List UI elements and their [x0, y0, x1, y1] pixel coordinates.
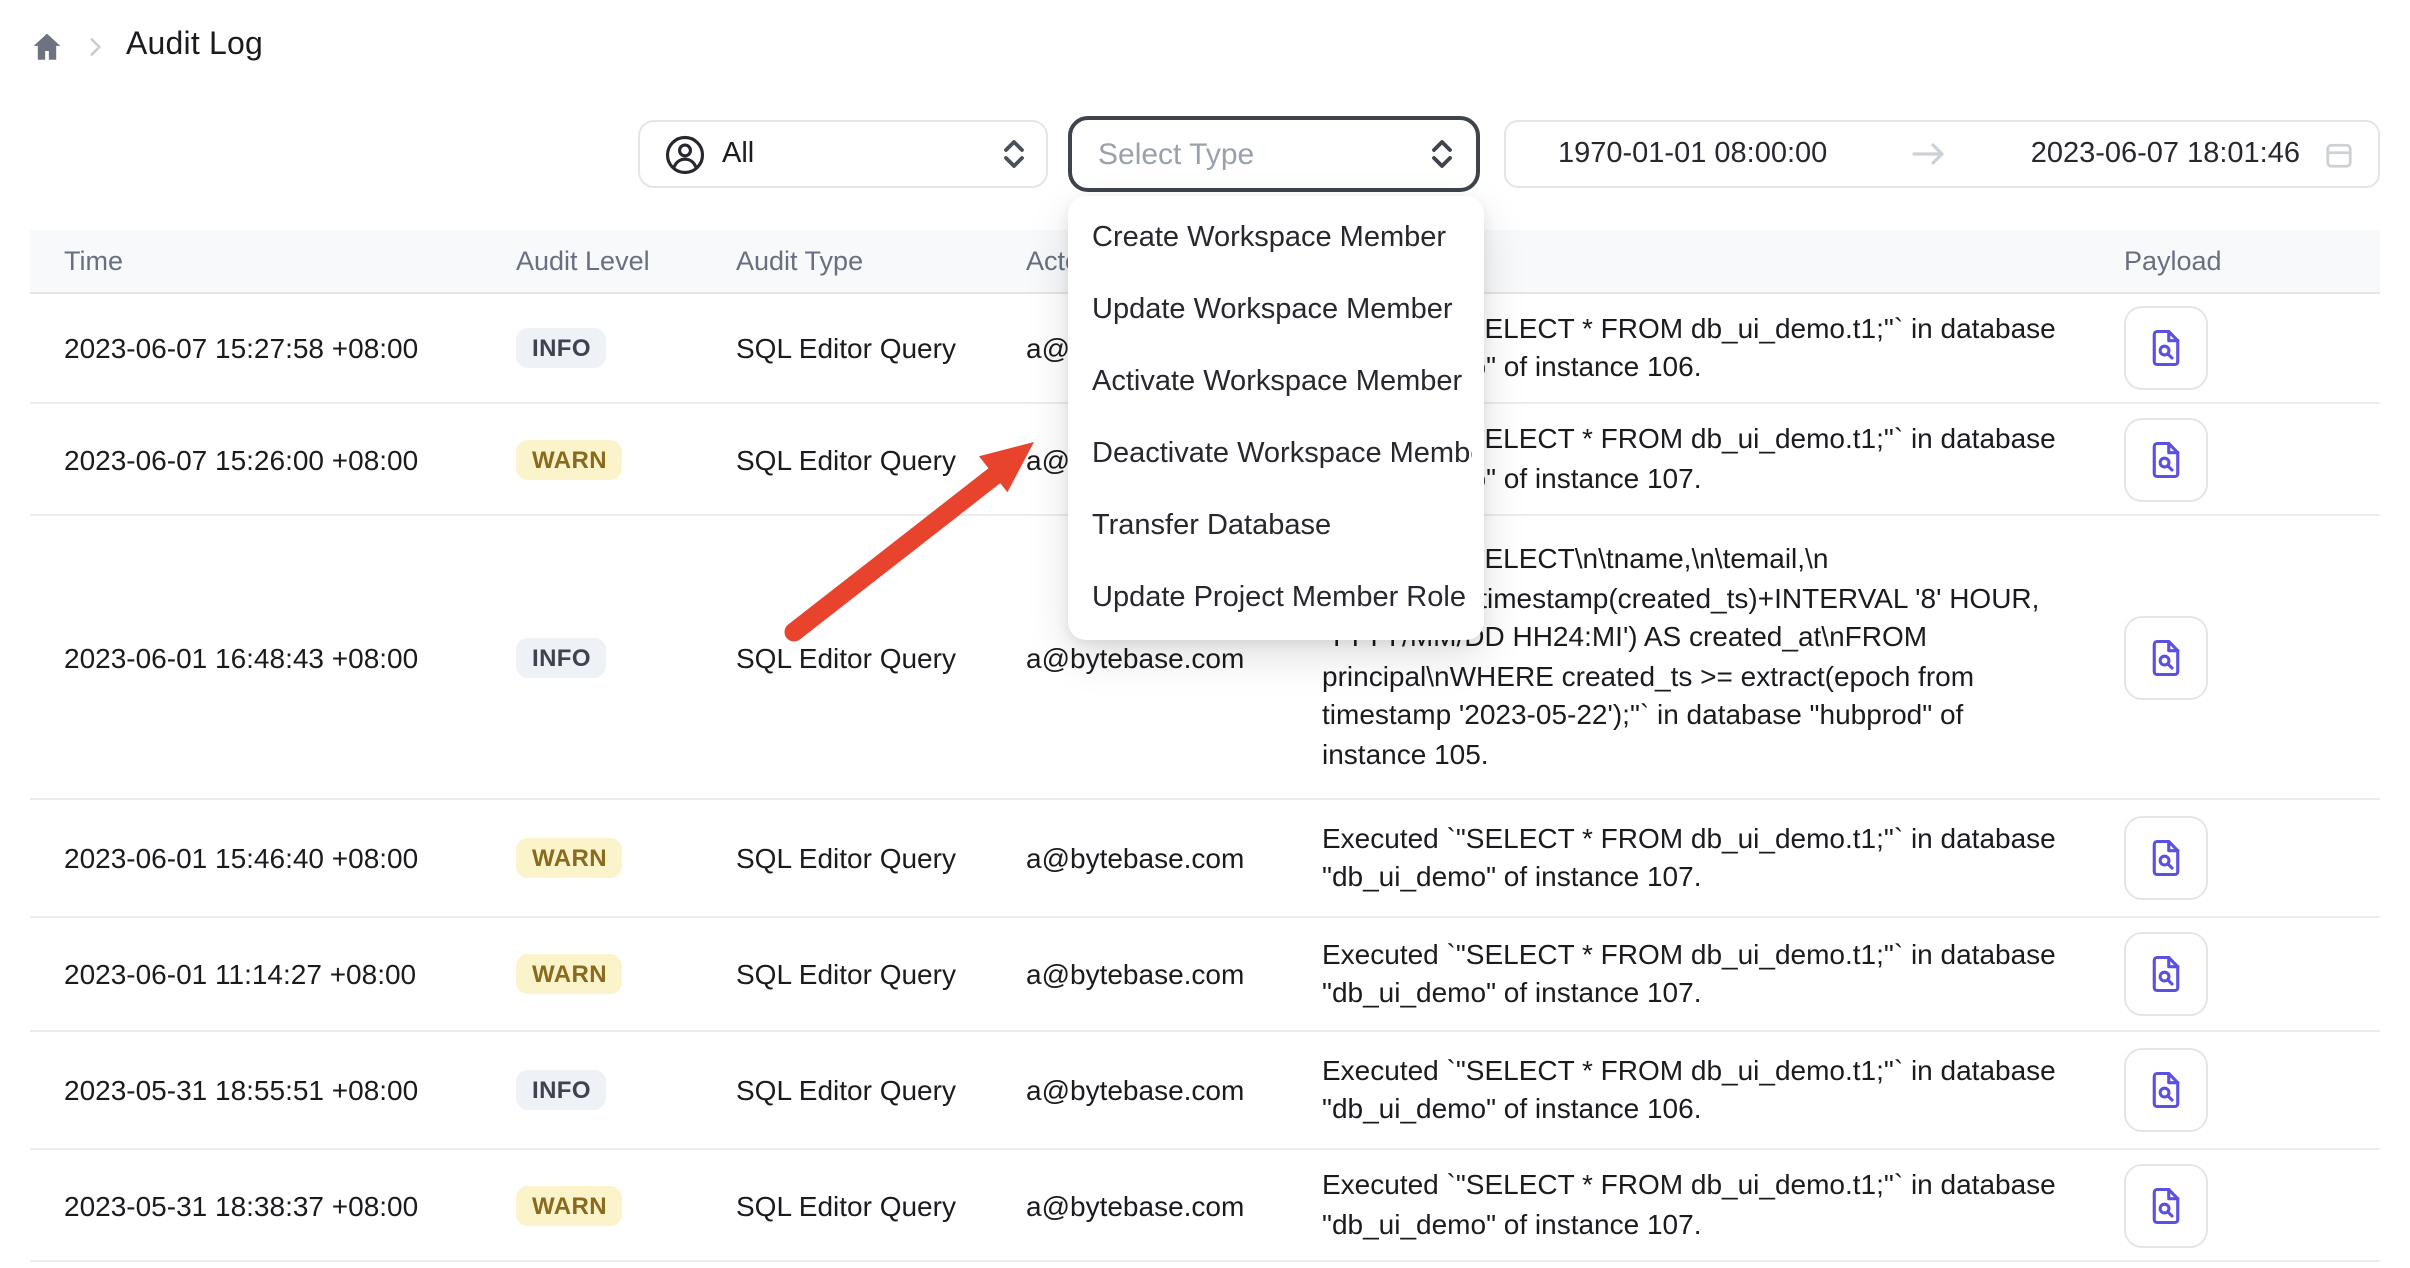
actor-cell: a@bytebase.com [1026, 958, 1322, 990]
actor-filter-select[interactable]: All [638, 120, 1048, 188]
chevron-right-icon [82, 33, 108, 59]
breadcrumb: Audit Log [30, 24, 263, 68]
table-row: 2023-05-31 18:38:37 +08:00 WARN SQL Edit… [30, 1150, 2380, 1262]
actor-filter-value: All [722, 138, 986, 170]
dropdown-option[interactable]: Create Workspace Member [1068, 202, 1472, 274]
calendar-icon [2324, 139, 2354, 169]
time-cell: 2023-06-01 16:48:43 +08:00 [30, 641, 516, 673]
table-row: 2023-05-31 18:55:51 +08:00 INFO SQL Edit… [30, 1032, 2380, 1150]
audit-log-page: Audit Log All Select Type 1970-01-01 08:… [0, 0, 2410, 1268]
col-header-audit-level: Audit Level [516, 246, 736, 276]
actor-cell: a@bytebase.com [1026, 641, 1322, 673]
comment-cell: Executed `"SELECT * FROM db_ui_demo.t1;"… [1322, 935, 2086, 1013]
chevron-up-down-icon [1430, 138, 1454, 170]
time-cell: 2023-06-01 15:46:40 +08:00 [30, 842, 516, 874]
dropdown-option[interactable]: Update Workspace Member [1068, 274, 1472, 346]
time-cell: 2023-06-07 15:26:00 +08:00 [30, 443, 516, 475]
dropdown-option[interactable]: Activate Workspace Member [1068, 346, 1472, 418]
audit-level-badge: INFO [516, 637, 607, 677]
audit-level-badge: WARN [516, 954, 623, 994]
time-cell: 2023-06-07 15:27:58 +08:00 [30, 332, 516, 364]
audit-level-badge: WARN [516, 439, 623, 479]
comment-cell: Executed `"SELECT * FROM db_ui_demo.t1;"… [1322, 819, 2086, 897]
view-payload-button[interactable] [2124, 1163, 2208, 1247]
date-range-end: 2023-06-07 18:01:46 [2031, 138, 2300, 170]
actor-cell: a@bytebase.com [1026, 1074, 1322, 1106]
audit-level-badge: WARN [516, 838, 623, 878]
audit-level-badge: INFO [516, 1070, 607, 1110]
audit-type-cell: SQL Editor Query [736, 1189, 1026, 1221]
table-row: 2023-06-01 11:14:27 +08:00 WARN SQL Edit… [30, 918, 2380, 1032]
view-payload-button[interactable] [2124, 306, 2208, 390]
table-row: 2023-06-01 15:46:40 +08:00 WARN SQL Edit… [30, 800, 2380, 918]
chevron-up-down-icon [1002, 138, 1026, 170]
date-range-picker[interactable]: 1970-01-01 08:00:00 2023-06-07 18:01:46 [1504, 120, 2380, 188]
audit-type-cell: SQL Editor Query [736, 958, 1026, 990]
comment-cell: Executed `"SELECT * FROM db_ui_demo.t1;"… [1322, 1051, 2086, 1129]
home-icon[interactable] [30, 29, 64, 63]
type-filter-select[interactable]: Select Type [1068, 116, 1480, 192]
type-select-dropdown: Create Workspace Member Update Workspace… [1068, 196, 1484, 640]
audit-type-cell: SQL Editor Query [736, 641, 1026, 673]
audit-level-badge: WARN [516, 1185, 623, 1225]
audit-type-cell: SQL Editor Query [736, 443, 1026, 475]
time-cell: 2023-06-01 11:14:27 +08:00 [30, 958, 516, 990]
actor-cell: a@bytebase.com [1026, 842, 1322, 874]
view-payload-button[interactable] [2124, 417, 2208, 501]
time-cell: 2023-05-31 18:55:51 +08:00 [30, 1074, 516, 1106]
page-title: Audit Log [126, 28, 263, 64]
audit-type-cell: SQL Editor Query [736, 1074, 1026, 1106]
view-payload-button[interactable] [2124, 816, 2208, 900]
col-header-time: Time [30, 246, 516, 276]
time-cell: 2023-05-31 18:38:37 +08:00 [30, 1189, 516, 1221]
audit-type-cell: SQL Editor Query [736, 842, 1026, 874]
view-payload-button[interactable] [2124, 1048, 2208, 1132]
col-header-audit-type: Audit Type [736, 246, 1026, 276]
arrow-right-icon [1912, 142, 1946, 166]
date-range-start: 1970-01-01 08:00:00 [1558, 138, 1827, 170]
view-payload-button[interactable] [2124, 932, 2208, 1016]
dropdown-option[interactable]: Transfer Database [1068, 490, 1472, 562]
dropdown-option[interactable]: Deactivate Workspace Member [1068, 418, 1472, 490]
audit-level-badge: INFO [516, 328, 607, 368]
comment-cell: Executed `"SELECT * FROM db_ui_demo.t1;"… [1322, 1166, 2086, 1244]
col-header-payload: Payload [2086, 246, 2346, 276]
actor-cell: a@bytebase.com [1026, 1189, 1322, 1221]
dropdown-option[interactable]: Update Project Member Role [1068, 562, 1472, 634]
type-filter-placeholder: Select Type [1098, 137, 1430, 171]
view-payload-button[interactable] [2124, 615, 2208, 699]
person-circle-icon [664, 133, 706, 175]
audit-type-cell: SQL Editor Query [736, 332, 1026, 364]
